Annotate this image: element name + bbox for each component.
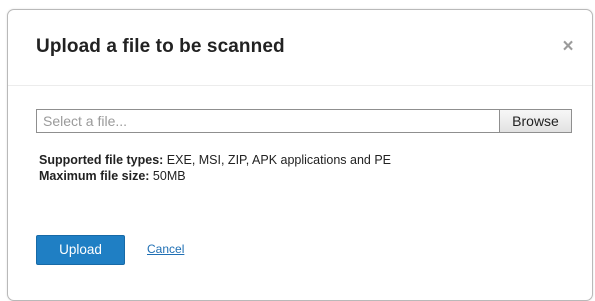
browse-button[interactable]: Browse — [499, 109, 572, 133]
max-size-value: 50MB — [149, 169, 186, 183]
max-size-line: Maximum file size: 50MB — [39, 168, 391, 184]
cancel-link[interactable]: Cancel — [147, 242, 184, 256]
close-icon[interactable]: × — [558, 37, 578, 57]
upload-button[interactable]: Upload — [36, 235, 125, 265]
max-size-label: Maximum file size: — [39, 169, 150, 183]
file-path-input[interactable] — [36, 109, 499, 133]
supported-types-label: Supported file types: — [39, 153, 164, 167]
header-divider — [8, 85, 592, 86]
file-requirements: Supported file types: EXE, MSI, ZIP, APK… — [39, 152, 391, 184]
supported-types-value: EXE, MSI, ZIP, APK applications and PE — [163, 153, 391, 167]
dialog-title: Upload a file to be scanned — [36, 36, 285, 57]
upload-dialog: Upload a file to be scanned × Browse Sup… — [7, 9, 593, 301]
supported-types-line: Supported file types: EXE, MSI, ZIP, APK… — [39, 152, 391, 168]
